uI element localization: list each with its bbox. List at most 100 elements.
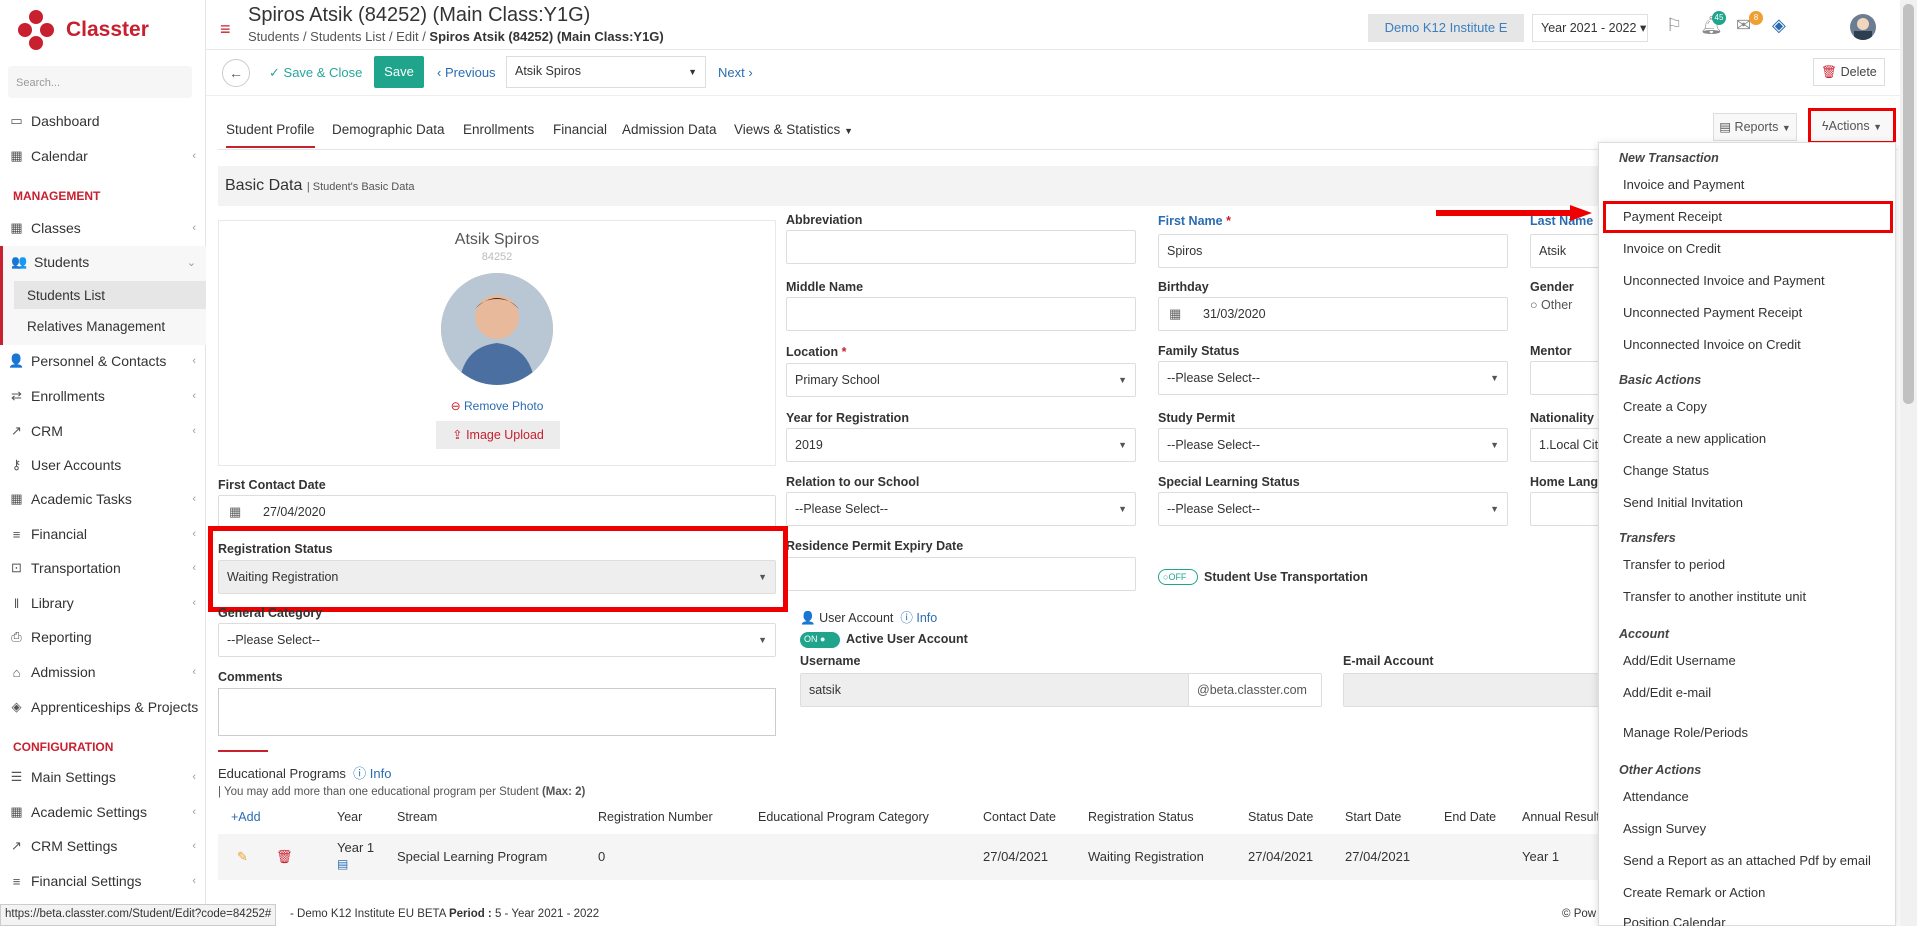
menu-item-edit-email[interactable]: Add/Edit e-mail <box>1623 685 1711 700</box>
gender-radio-other[interactable]: ○ Other <box>1530 298 1572 312</box>
sidebar-sub-relatives[interactable]: Relatives Management <box>14 312 206 340</box>
sidebar-item-personnel[interactable]: 👤 Personnel & Contacts ‹ <box>0 346 206 376</box>
year-registration-select[interactable]: 2019 ▼ <box>786 428 1136 462</box>
trash-icon[interactable]: 🗑︎ <box>276 849 293 865</box>
sidebar-item-user-accounts[interactable]: ⚷ User Accounts <box>0 450 206 480</box>
study-permit-select[interactable]: --Please Select-- ▼ <box>1158 428 1508 462</box>
tab-views-statistics[interactable]: Views & Statistics ▼ <box>734 122 853 137</box>
sidebar-item-reporting[interactable]: ⎙ Reporting <box>0 622 206 652</box>
menu-item-attendance[interactable]: Attendance <box>1623 789 1689 804</box>
back-button[interactable]: ← <box>222 59 250 87</box>
logo[interactable]: Classter <box>16 8 149 52</box>
sidebar-item-classes[interactable]: ▦ Classes ‹ <box>0 213 206 243</box>
sidebar-item-financial[interactable]: ≡ Financial ‹ <box>0 519 206 549</box>
menu-item-invoice-credit[interactable]: Invoice on Credit <box>1623 241 1721 256</box>
family-status-select[interactable]: --Please Select-- ▼ <box>1158 361 1508 395</box>
home-language-select[interactable] <box>1530 492 1602 526</box>
middle-name-input[interactable] <box>786 297 1136 331</box>
sidebar-item-students[interactable]: 👥 Students ⌄ <box>0 247 206 277</box>
sidebar-item-crm[interactable]: ↗ CRM ‹ <box>0 416 206 446</box>
sidebar-item-enrollments[interactable]: ⇄ Enrollments ‹ <box>0 381 206 411</box>
birthday-input[interactable]: ▦ 31/03/2020 <box>1158 297 1508 331</box>
menu-item-new-application[interactable]: Create a new application <box>1623 431 1766 446</box>
tab-student-profile[interactable]: Student Profile <box>226 122 315 148</box>
sidebar-item-library[interactable]: ‖ Library ‹ <box>0 588 206 618</box>
sidebar-item-main-settings[interactable]: ☰ Main Settings ‹ <box>0 762 206 792</box>
comments-textarea[interactable] <box>218 688 776 736</box>
flag-icon[interactable]: ⚐ <box>1666 15 1682 36</box>
sidebar-item-apprenticeships[interactable]: ◈ Apprenticeships & Projects ‹ <box>0 692 206 722</box>
sidebar-search-input[interactable]: Search... <box>8 66 192 98</box>
document-icon[interactable]: ▤ <box>337 857 348 871</box>
menu-item-assign-survey[interactable]: Assign Survey <box>1623 821 1706 836</box>
menu-item-edit-username[interactable]: Add/Edit Username <box>1623 653 1736 668</box>
location-select[interactable]: Primary School ▼ <box>786 363 1136 397</box>
layers-icon[interactable]: ◈ <box>1772 15 1786 36</box>
previous-button[interactable]: ‹ Previous <box>437 65 496 80</box>
menu-toggle-icon[interactable]: ≡ <box>220 19 231 40</box>
menu-item-invoice-payment[interactable]: Invoice and Payment <box>1623 177 1744 192</box>
email-account-input[interactable] <box>1343 673 1603 707</box>
image-upload-button[interactable]: ⇪ Image Upload <box>436 421 560 449</box>
add-program-button[interactable]: +Add <box>231 810 261 824</box>
save-button[interactable]: Save <box>374 56 424 88</box>
sidebar-item-financial-settings[interactable]: ≡ Financial Settings ‹ <box>0 866 206 896</box>
first-contact-input[interactable]: ▦ 27/04/2020 <box>218 495 776 529</box>
last-name-input[interactable]: Atsik <box>1530 234 1602 268</box>
menu-item-payment-receipt[interactable]: Payment Receipt <box>1623 209 1722 224</box>
abbreviation-input[interactable] <box>786 230 1136 264</box>
sidebar-item-academic-tasks[interactable]: ▦ Academic Tasks ‹ <box>0 484 206 514</box>
menu-item-unconnected-invoice-credit[interactable]: Unconnected Invoice on Credit <box>1623 337 1801 352</box>
breadcrumb-edit[interactable]: Edit <box>396 29 418 44</box>
general-category-select[interactable]: --Please Select-- ▼ <box>218 623 776 657</box>
special-learning-select[interactable]: --Please Select-- ▼ <box>1158 492 1508 526</box>
username-input[interactable]: satsik <box>800 673 1189 707</box>
user-avatar[interactable] <box>1850 14 1876 40</box>
menu-item-manage-role[interactable]: Manage Role/Periods <box>1623 725 1748 740</box>
student-select[interactable]: Atsik Spiros ▼ <box>506 56 706 88</box>
menu-item-change-status[interactable]: Change Status <box>1623 463 1709 478</box>
actions-button[interactable]: ϟActions ▼ <box>1808 108 1896 144</box>
relation-select[interactable]: --Please Select-- ▼ <box>786 492 1136 526</box>
active-account-toggle[interactable]: ON ● <box>800 632 840 648</box>
sidebar-sub-students-list[interactable]: Students List <box>14 281 206 309</box>
registration-status-select[interactable]: Waiting Registration ▼ <box>218 560 776 594</box>
delete-button[interactable]: 🗑︎ Delete <box>1813 58 1885 86</box>
tab-enrollments[interactable]: Enrollments <box>463 122 534 137</box>
sidebar-item-transportation[interactable]: ⊡ Transportation ‹ <box>0 553 206 583</box>
menu-item-position-calendar[interactable]: Position Calendar <box>1623 915 1726 926</box>
menu-item-unconnected-invoice-payment[interactable]: Unconnected Invoice and Payment <box>1623 273 1825 288</box>
menu-item-transfer-unit[interactable]: Transfer to another institute unit <box>1623 589 1806 604</box>
mentor-input[interactable] <box>1530 361 1602 395</box>
sidebar-item-admission[interactable]: ⌂ Admission ‹ <box>0 657 206 687</box>
transportation-toggle[interactable]: ○OFF <box>1158 569 1198 585</box>
menu-item-send-report-pdf[interactable]: Send a Report as an attached Pdf by emai… <box>1623 853 1871 868</box>
year-select[interactable]: Year 2021 - 2022 ▾ <box>1532 14 1648 42</box>
menu-item-create-copy[interactable]: Create a Copy <box>1623 399 1707 414</box>
scrollbar-thumb[interactable] <box>1903 4 1914 404</box>
menu-item-unconnected-payment-receipt[interactable]: Unconnected Payment Receipt <box>1623 305 1802 320</box>
menu-item-transfer-period[interactable]: Transfer to period <box>1623 557 1725 572</box>
tab-financial[interactable]: Financial <box>553 122 607 137</box>
sidebar-item-academic-settings[interactable]: ▦ Academic Settings ‹ <box>0 797 206 827</box>
reports-button[interactable]: ▤ Reports ▼ <box>1713 113 1797 141</box>
edit-icon[interactable]: ✎ <box>237 849 248 865</box>
institute-button[interactable]: Demo K12 Institute E <box>1368 14 1524 42</box>
menu-item-send-invitation[interactable]: Send Initial Invitation <box>1623 495 1743 510</box>
residence-permit-input[interactable] <box>786 557 1136 591</box>
sidebar-item-crm-settings[interactable]: ↗ CRM Settings ‹ <box>0 831 206 861</box>
sidebar-item-calendar[interactable]: ▦ Calendar ‹ <box>0 141 206 171</box>
menu-item-create-remark[interactable]: Create Remark or Action <box>1623 885 1765 900</box>
tab-demographic-data[interactable]: Demographic Data <box>332 122 445 137</box>
tab-admission-data[interactable]: Admission Data <box>622 122 717 137</box>
info-link[interactable]: ⓘ Info <box>353 766 391 781</box>
breadcrumb-students[interactable]: Students <box>248 29 299 44</box>
info-link[interactable]: ⓘ Info <box>900 611 937 625</box>
nationality-select[interactable]: 1.Local Citi <box>1530 428 1602 462</box>
first-name-input[interactable]: Spiros <box>1158 234 1508 268</box>
remove-photo-link[interactable]: ⊖ Remove Photo <box>219 399 775 413</box>
page-scrollbar[interactable] <box>1900 0 1917 926</box>
breadcrumb-students-list[interactable]: Students List <box>310 29 385 44</box>
sidebar-item-dashboard[interactable]: ▭ Dashboard <box>0 106 206 136</box>
next-button[interactable]: Next › <box>718 65 753 80</box>
